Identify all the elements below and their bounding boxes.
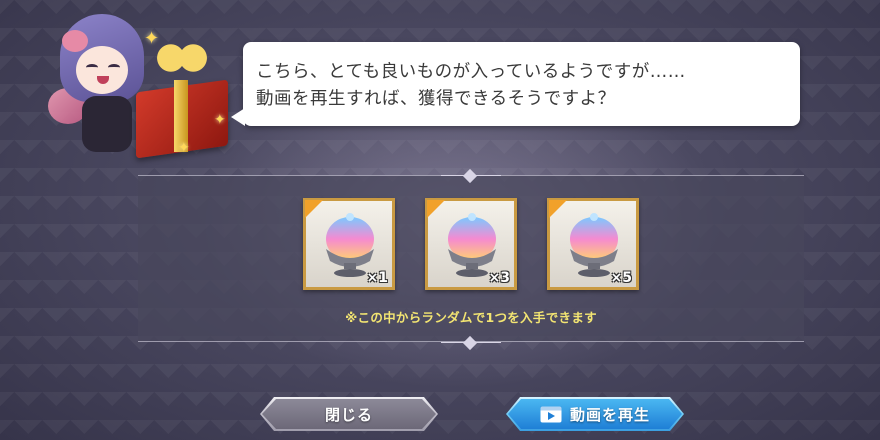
- close-button[interactable]: 閉じる: [260, 397, 438, 431]
- play-video-button-face: 動画を再生: [508, 399, 682, 429]
- reward-item[interactable]: ×1: [303, 198, 395, 290]
- gift-bow: [154, 36, 210, 80]
- reward-panel: ×1 ×3 ×5 ※この中からランダムで1つを入手できます: [138, 175, 804, 343]
- sparkle-icon: ✦: [214, 112, 226, 128]
- character-eye: [108, 64, 120, 71]
- close-button-face: 閉じる: [262, 399, 436, 429]
- character-face: [76, 46, 128, 94]
- speech-bubble-tail: [231, 108, 245, 126]
- speech-bubble: こちら、とても良いものが入っているようですが…… 動画を再生すれば、獲得できるそ…: [231, 42, 800, 126]
- dialog-line-2: 動画を再生すれば、獲得できるそうですよ？: [256, 89, 616, 109]
- panel-ornament: [441, 337, 501, 347]
- sparkle-icon: ✦: [178, 140, 190, 156]
- play-video-button-label: 動画を再生: [569, 405, 650, 424]
- character-eye: [86, 64, 98, 71]
- play-video-button[interactable]: 動画を再生: [506, 397, 684, 431]
- reward-note: ※この中からランダムで1つを入手できます: [345, 310, 597, 325]
- character-flower: [62, 30, 88, 52]
- sparkle-icon: ✦: [144, 28, 160, 49]
- video-play-icon: [540, 406, 562, 423]
- item-quantity: ×3: [488, 270, 510, 286]
- dialog-line-1: こちら、とても良いものが入っているようですが……: [256, 62, 686, 82]
- close-button-label: 閉じる: [324, 405, 373, 424]
- character-body: [82, 96, 132, 152]
- panel-ornament: [441, 170, 501, 180]
- item-quantity: ×5: [610, 270, 632, 286]
- reward-item[interactable]: ×3: [425, 198, 517, 290]
- item-quantity: ×1: [366, 270, 388, 286]
- reward-item[interactable]: ×5: [547, 198, 639, 290]
